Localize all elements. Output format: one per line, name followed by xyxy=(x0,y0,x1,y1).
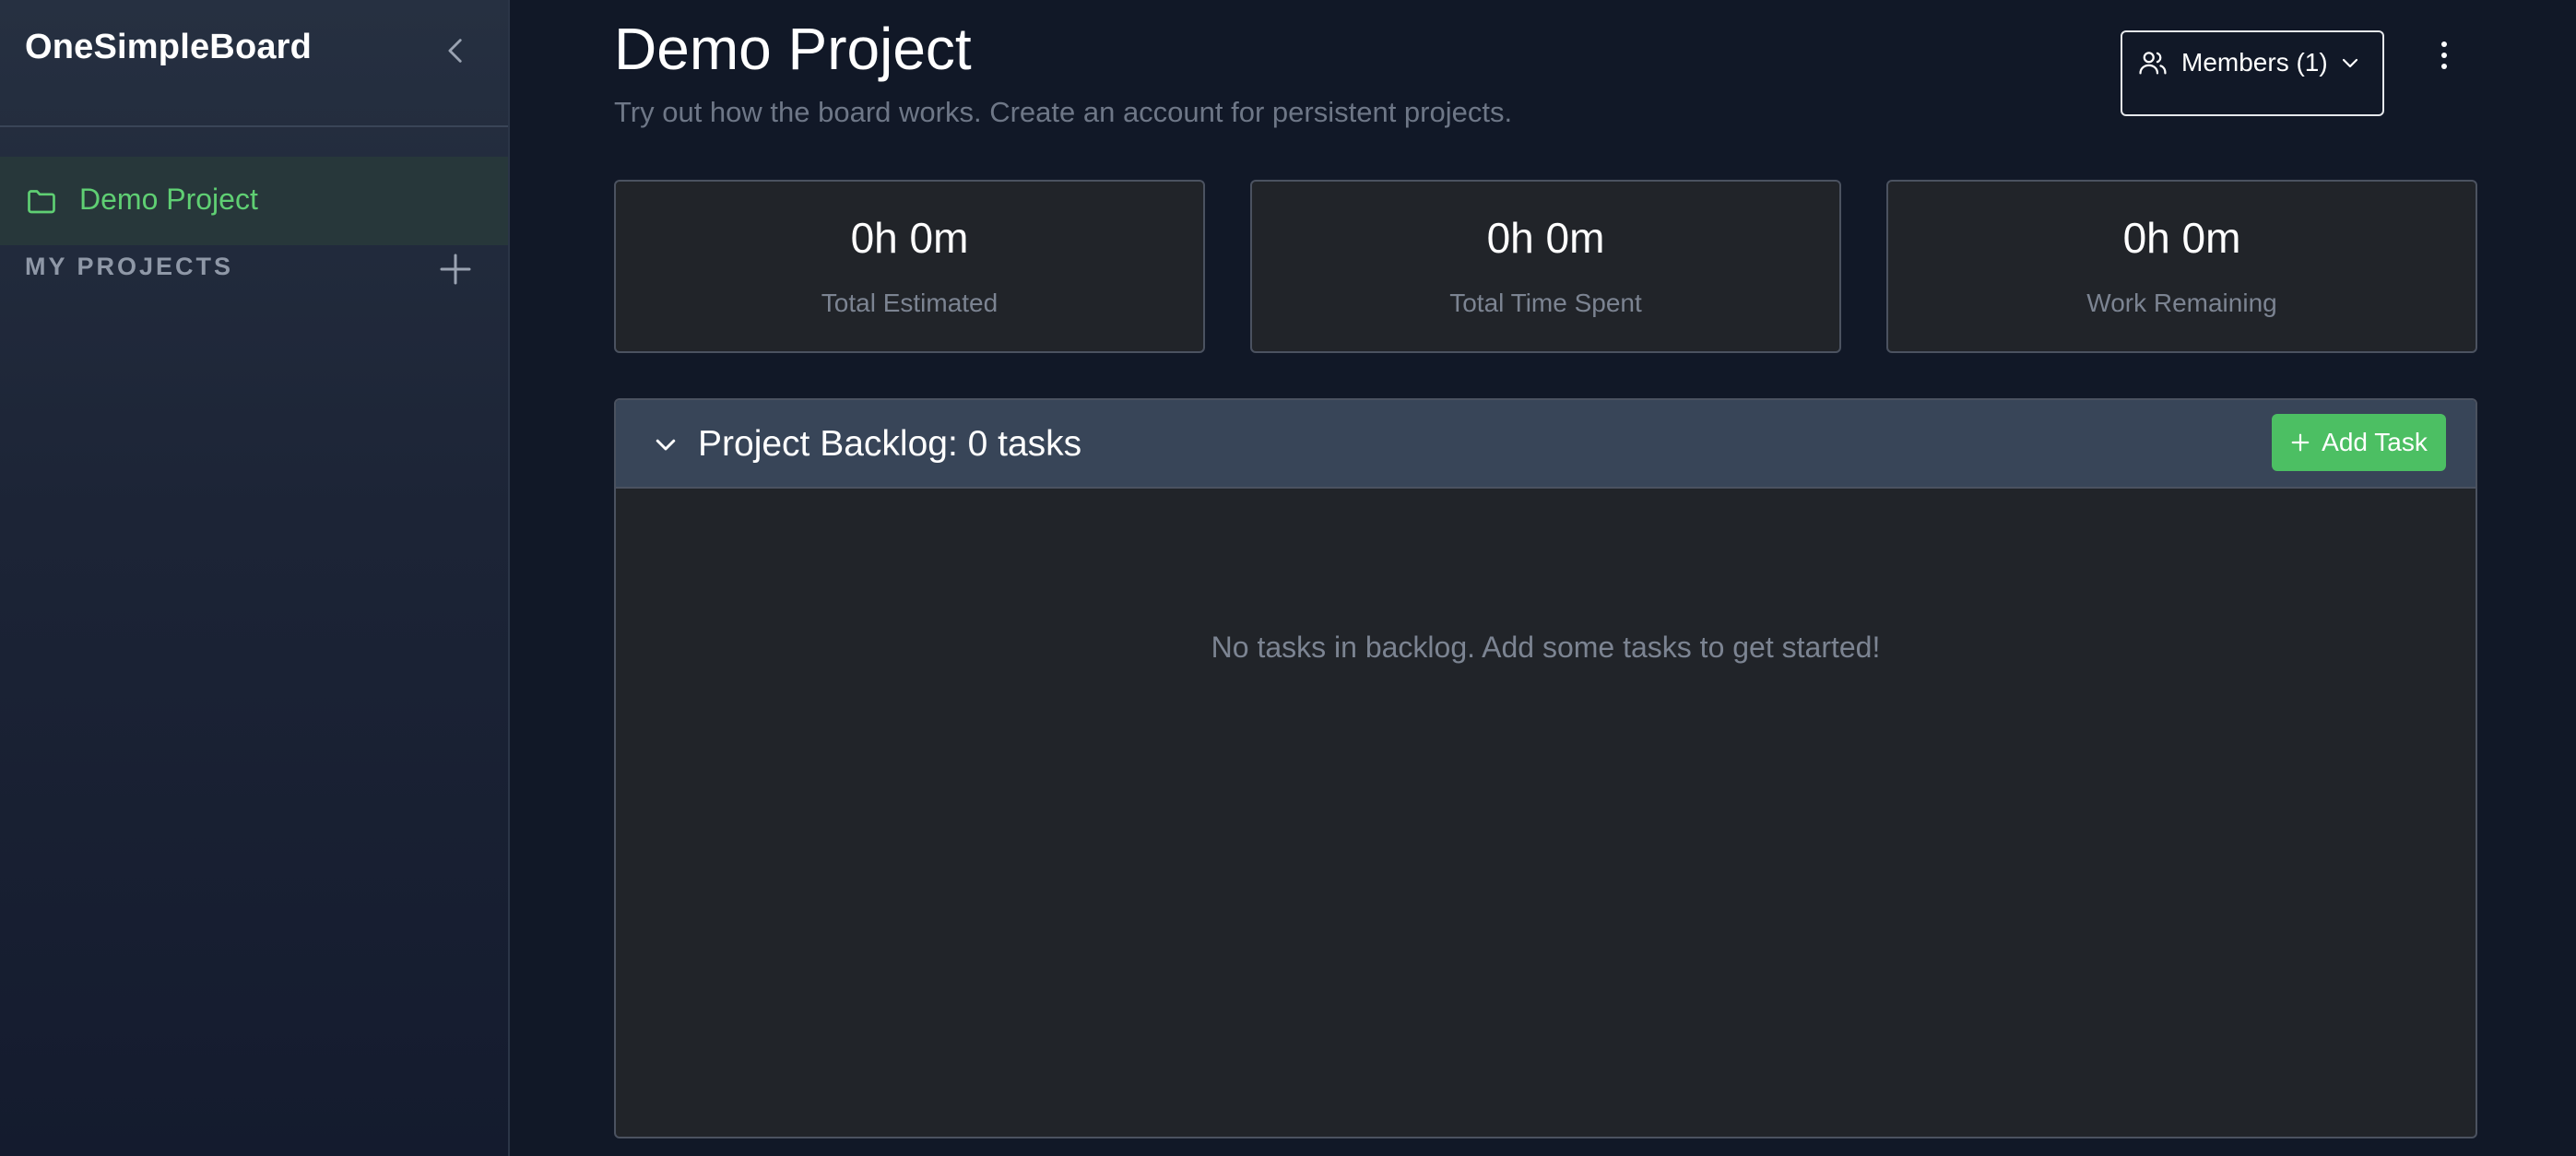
sidebar-item-demo-project[interactable]: Demo Project xyxy=(0,157,508,245)
plus-icon xyxy=(440,254,471,285)
page-subtitle: Try out how the board works. Create an a… xyxy=(614,96,1513,128)
stat-card-total-estimated: 0h 0m Total Estimated xyxy=(614,180,1205,353)
stat-label: Work Remaining xyxy=(2086,289,2277,317)
stat-card-work-remaining: 0h 0m Work Remaining xyxy=(1886,180,2477,353)
add-task-button[interactable]: Add Task xyxy=(2272,414,2446,471)
page-title: Demo Project xyxy=(614,16,972,82)
collapse-sidebar-button[interactable] xyxy=(433,28,479,74)
backlog-collapse-toggle[interactable] xyxy=(649,428,682,461)
more-options-button[interactable] xyxy=(2426,35,2463,76)
add-task-label: Add Task xyxy=(2322,428,2428,456)
main-content: Demo Project Try out how the board works… xyxy=(510,0,2576,1156)
stat-value: 0h 0m xyxy=(850,214,969,262)
plus-icon xyxy=(2291,433,2310,452)
backlog-title: Project Backlog: 0 tasks xyxy=(698,424,1082,464)
folder-icon xyxy=(28,190,55,214)
chevron-down-icon xyxy=(656,439,676,451)
chevron-down-icon xyxy=(2342,58,2357,68)
stat-card-total-time-spent: 0h 0m Total Time Spent xyxy=(1250,180,1841,353)
members-dropdown-button[interactable]: Members (1) xyxy=(2121,30,2384,116)
stat-value: 0h 0m xyxy=(2122,214,2241,262)
backlog-empty-message: No tasks in backlog. Add some tasks to g… xyxy=(1211,631,1881,664)
backlog-panel: Project Backlog: 0 tasks Add Task No tas… xyxy=(614,398,2477,1138)
add-project-button[interactable] xyxy=(431,245,479,293)
brand-name: OneSimpleBoard xyxy=(25,28,313,66)
sidebar-item-label: Demo Project xyxy=(79,183,258,216)
backlog-header: Project Backlog: 0 tasks Add Task xyxy=(616,400,2476,489)
users-icon xyxy=(2139,52,2167,75)
stat-value: 0h 0m xyxy=(1486,214,1605,262)
stat-label: Total Estimated xyxy=(821,289,998,317)
sidebar: OneSimpleBoard Demo Project MY PROJECTS xyxy=(0,0,510,1156)
chevron-left-icon xyxy=(448,39,462,63)
stat-label: Total Time Spent xyxy=(1449,289,1642,317)
kebab-icon xyxy=(2441,41,2447,69)
members-label: Members (1) xyxy=(2181,48,2328,77)
app-root: OneSimpleBoard Demo Project MY PROJECTS … xyxy=(0,0,2576,1156)
sidebar-header: OneSimpleBoard xyxy=(0,0,508,127)
my-projects-heading: MY PROJECTS xyxy=(25,253,234,280)
